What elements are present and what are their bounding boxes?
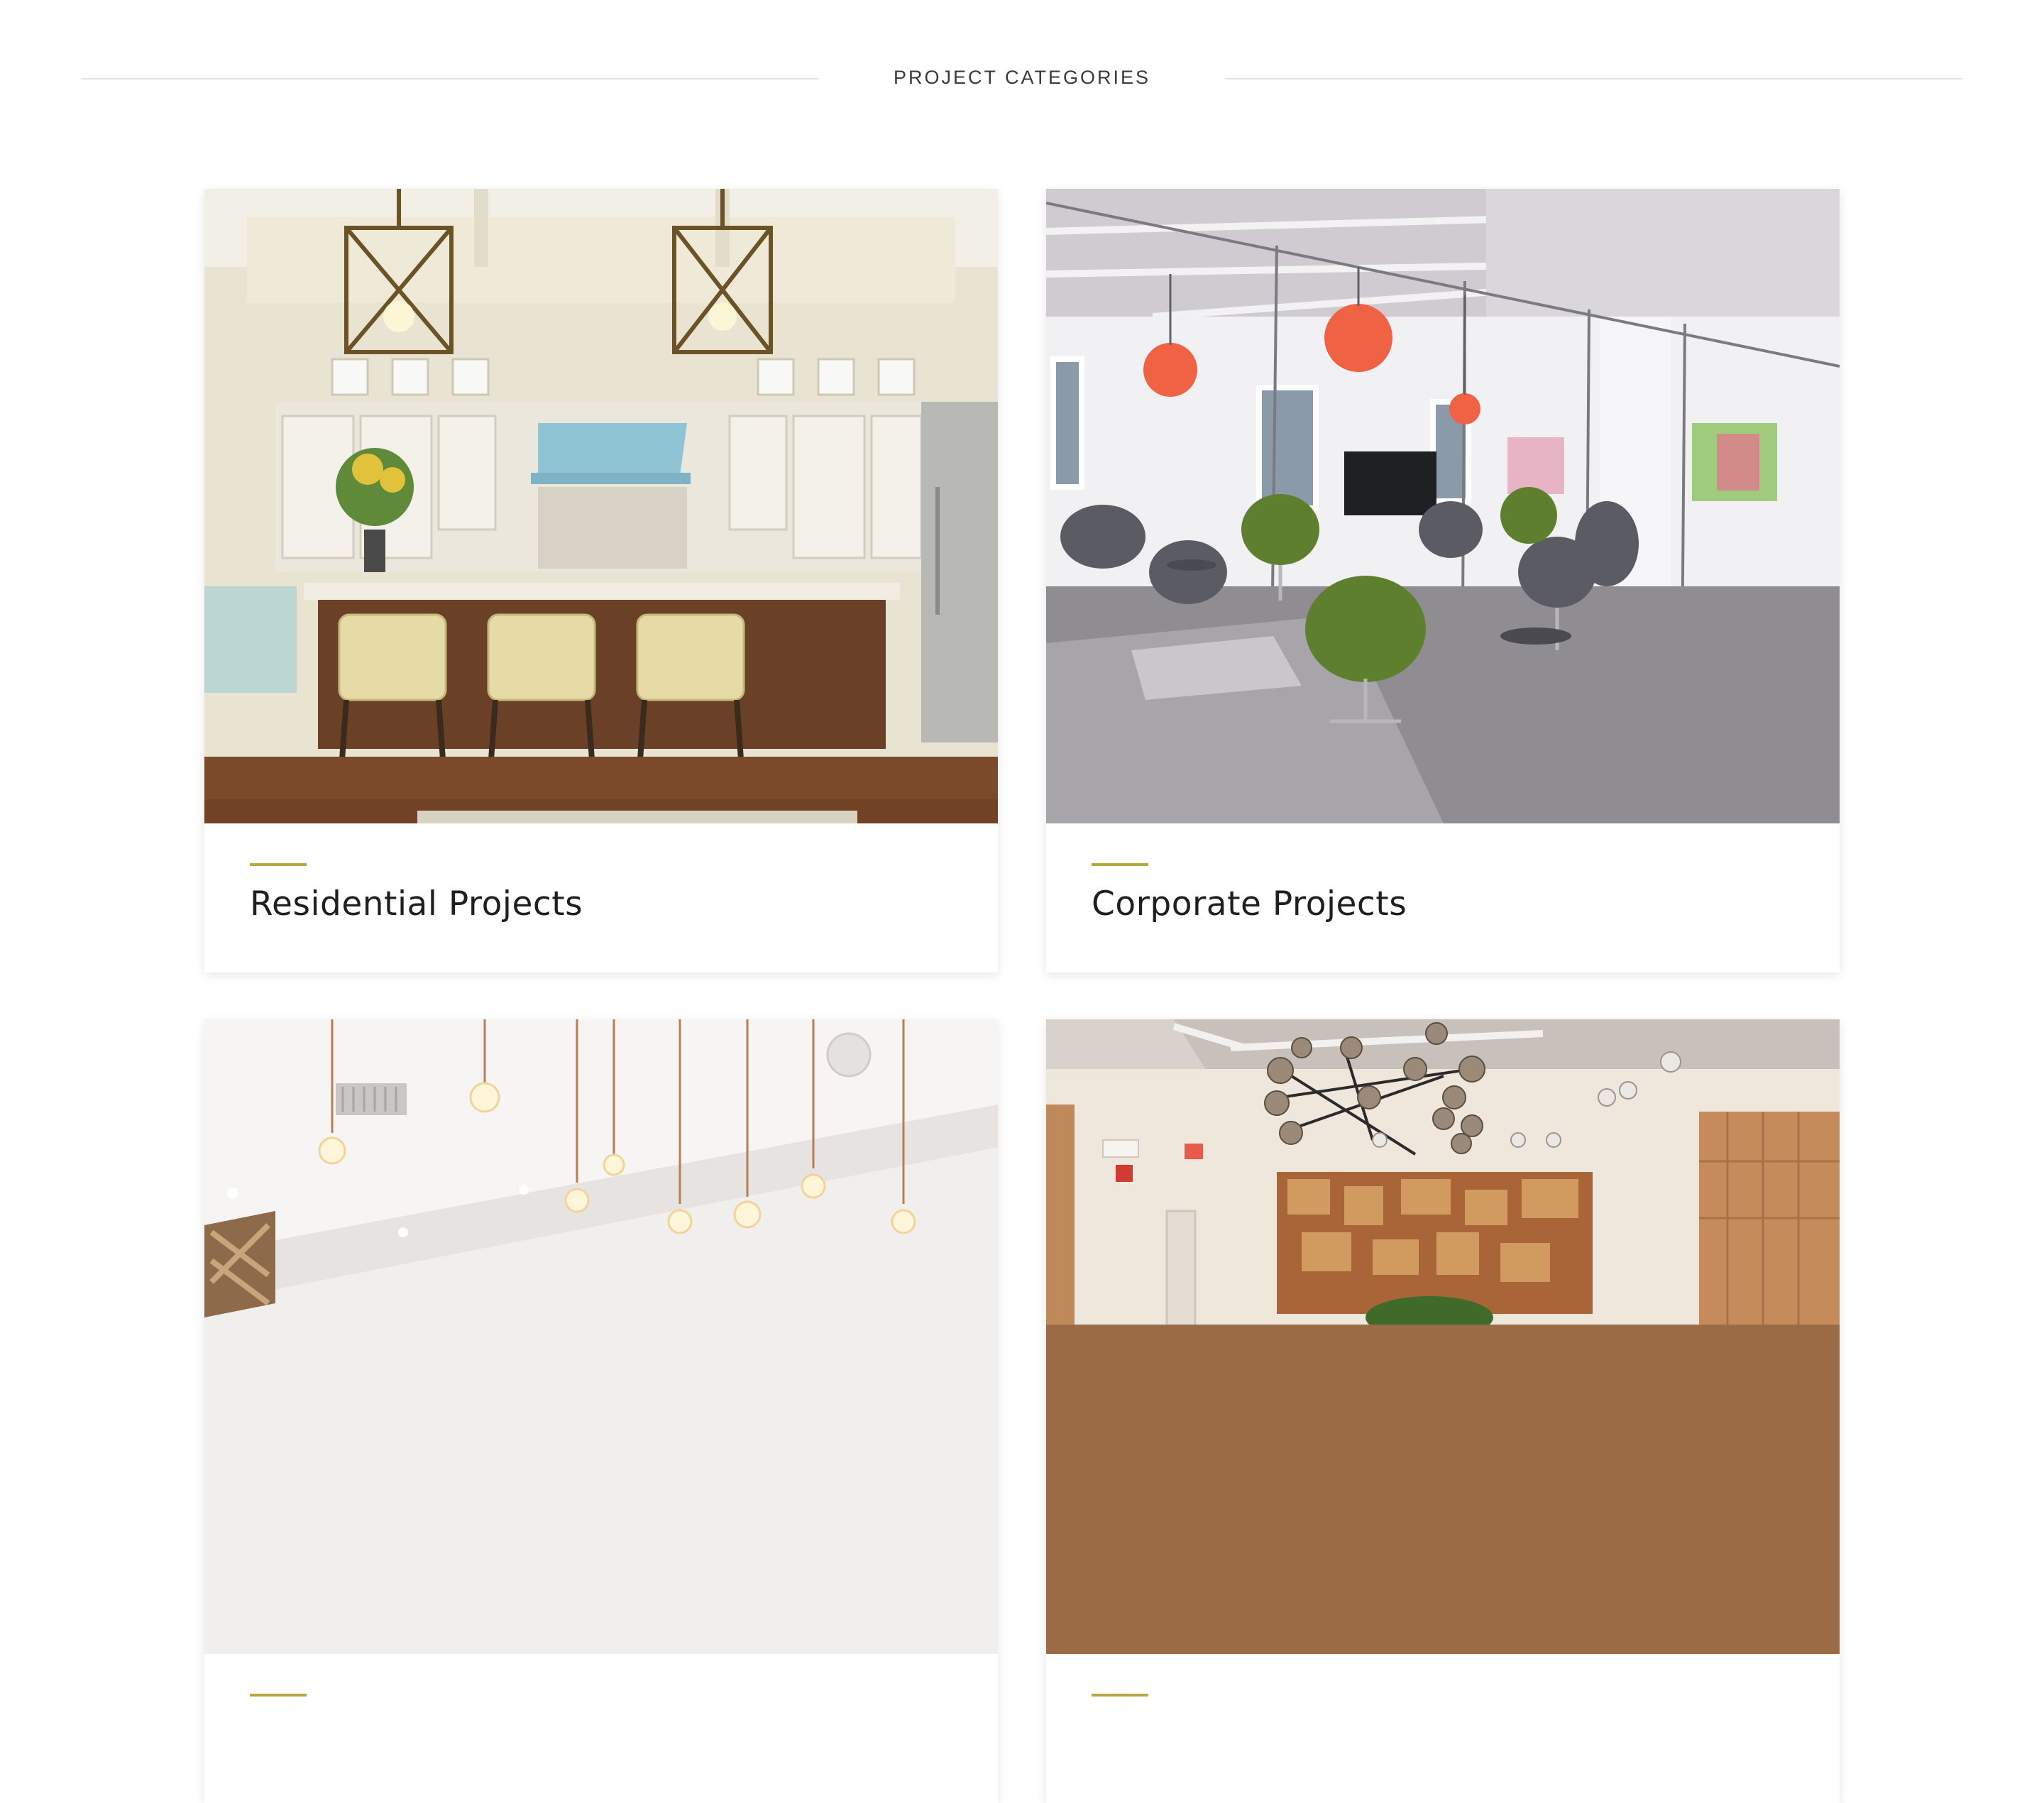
title-accent-line [250, 863, 307, 866]
card-caption: Corporate Projects [1046, 823, 1840, 972]
category-card-lobby[interactable] [1046, 1019, 1840, 1803]
category-image-kitchen[interactable] [204, 189, 998, 823]
header-divider-right [1225, 78, 1963, 80]
restaurant-photo [204, 1019, 998, 1654]
lobby-photo [1046, 1019, 1840, 1654]
category-card-restaurant[interactable] [204, 1019, 998, 1803]
kitchen-photo [204, 189, 998, 823]
card-caption: Residential Projects [204, 823, 998, 972]
category-title[interactable]: Corporate Projects [1092, 884, 1407, 924]
category-image-lobby[interactable] [1046, 1019, 1840, 1654]
card-caption [204, 1654, 998, 1803]
category-title[interactable]: Residential Projects [250, 884, 583, 924]
category-image-restaurant[interactable] [204, 1019, 998, 1654]
category-card-corporate[interactable]: Corporate Projects [1046, 189, 1840, 972]
title-accent-line [1092, 863, 1148, 866]
title-accent-line [1092, 1694, 1148, 1697]
header-divider-left [81, 78, 819, 80]
section-header: PROJECT CATEGORIES [0, 0, 2044, 163]
office-photo [1046, 189, 1840, 823]
section-title: PROJECT CATEGORIES [893, 67, 1151, 88]
title-accent-line [250, 1694, 307, 1697]
card-caption [1046, 1654, 1840, 1803]
category-image-office[interactable] [1046, 189, 1840, 823]
category-card-residential[interactable]: Residential Projects [204, 189, 998, 972]
